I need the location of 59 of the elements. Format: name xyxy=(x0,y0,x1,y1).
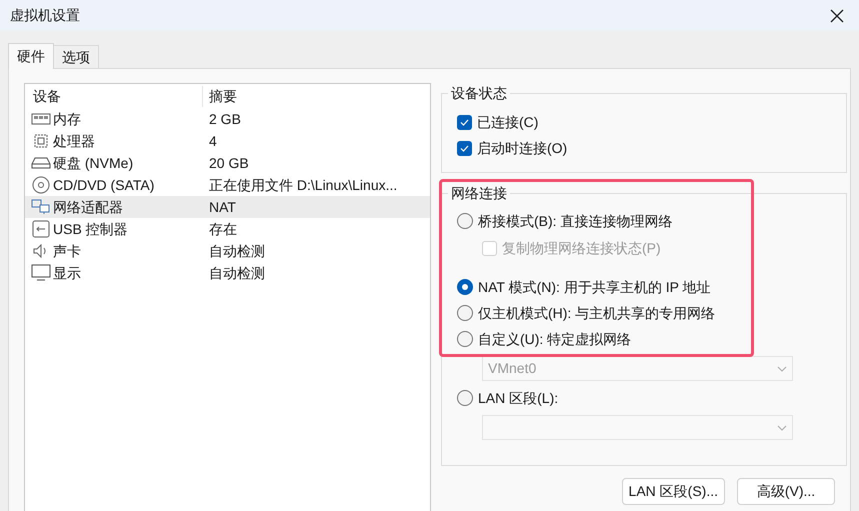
window-title: 虚拟机设置 xyxy=(10,6,80,25)
device-summary: NAT xyxy=(208,198,236,216)
check-icon xyxy=(460,118,469,126)
group-title: 网络连接 xyxy=(448,183,510,203)
monitors-icon xyxy=(31,199,51,215)
device-summary: 存在 xyxy=(208,220,237,238)
checkbox-label: 已连接(C) xyxy=(477,112,538,132)
check-icon xyxy=(460,144,469,152)
radio-label: NAT 模式(N): 用于共享主机的 IP 地址 xyxy=(478,278,711,297)
checkbox[interactable] xyxy=(457,140,472,156)
device-summary: 20 GB xyxy=(208,154,249,172)
device-name: 内存 xyxy=(53,110,81,128)
device-summary: 4 xyxy=(208,132,217,150)
device-row[interactable]: USB 控制器 存在 xyxy=(25,218,430,240)
device-row[interactable]: CD/DVD (SATA) 正在使用文件 D:\Linux\Linux... xyxy=(25,174,430,196)
device-row[interactable]: 网络适配器 NAT xyxy=(25,196,430,218)
dialog-button[interactable]: 高级(V)... xyxy=(737,478,835,505)
device-name: CD/DVD (SATA) xyxy=(53,176,154,195)
radio-label: 桥接模式(B): 直接连接物理网络 xyxy=(478,212,672,231)
device-summary: 2 GB xyxy=(208,110,241,128)
radio-label: LAN 区段(L): xyxy=(478,388,558,408)
device-name: 处理器 xyxy=(53,132,95,150)
memory-icon xyxy=(31,112,51,126)
radio-button[interactable] xyxy=(457,279,473,295)
drive-icon xyxy=(31,156,51,170)
checkbox-label: 启动时连接(O) xyxy=(477,138,568,158)
radio-label: 仅主机模式(H): 与主机共享的专用网络 xyxy=(478,304,716,323)
tab[interactable]: 选项 xyxy=(54,45,99,68)
device-summary: 正在使用文件 D:\Linux\Linux... xyxy=(208,176,398,194)
device-row[interactable]: 内存 2 GB xyxy=(25,108,430,130)
device-name: 声卡 xyxy=(53,242,81,260)
monitor-icon xyxy=(31,264,51,282)
column-header[interactable]: 设备 xyxy=(25,86,203,106)
group-title: 设备状态 xyxy=(448,83,510,103)
radio-button[interactable] xyxy=(457,390,473,406)
device-summary: 自动检测 xyxy=(208,264,265,282)
radio-button[interactable] xyxy=(457,213,473,229)
radio-label: 自定义(U): 特定虚拟网络 xyxy=(478,330,632,349)
device-name: 硬盘 (NVMe) xyxy=(53,154,134,173)
radio-button[interactable] xyxy=(457,305,473,321)
device-row[interactable]: 处理器 4 xyxy=(25,130,430,152)
disc-icon xyxy=(31,176,51,194)
tab[interactable]: 硬件 xyxy=(8,43,54,69)
column-header[interactable]: 摘要 xyxy=(203,86,237,106)
device-name: USB 控制器 xyxy=(53,220,128,238)
checkbox[interactable] xyxy=(457,114,472,130)
device-name: 显示 xyxy=(53,264,81,282)
device-row[interactable]: 声卡 自动检测 xyxy=(25,240,430,262)
close-icon[interactable] xyxy=(829,8,845,24)
device-name: 网络适配器 xyxy=(53,198,123,216)
chevron-down-icon xyxy=(777,424,787,430)
dialog-button[interactable]: LAN 区段(S)... xyxy=(622,478,725,505)
device-row[interactable]: 硬盘 (NVMe) 20 GB xyxy=(25,152,430,174)
radio-button[interactable] xyxy=(457,331,473,347)
device-summary: 自动检测 xyxy=(208,242,265,260)
device-row[interactable]: 显示 自动检测 xyxy=(25,262,430,284)
chevron-down-icon xyxy=(777,366,787,372)
usb-icon xyxy=(31,220,51,238)
checkbox-label: 复制物理网络连接状态(P) xyxy=(502,239,661,258)
